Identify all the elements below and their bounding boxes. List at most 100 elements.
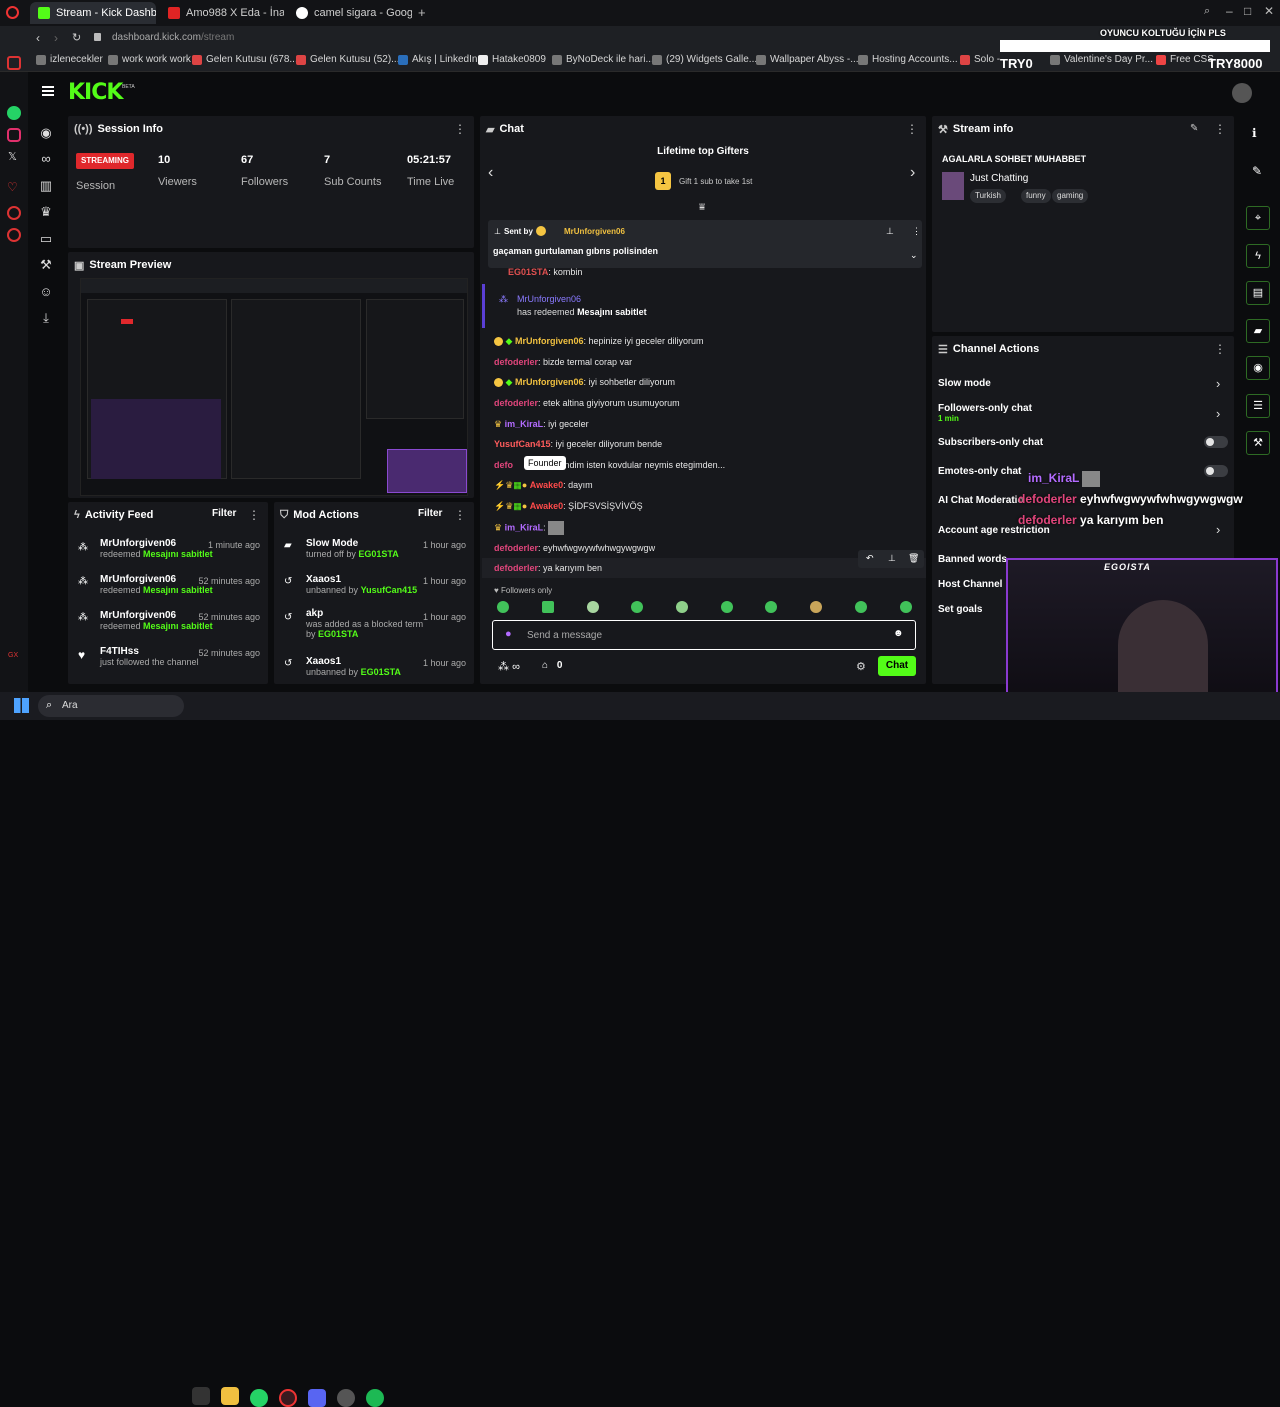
pinned-user[interactable]: MrUnforgiven06	[564, 227, 625, 236]
mod-by[interactable]: YusufCan415	[361, 585, 418, 595]
tab-google[interactable]: camel sigara - Google'da	[288, 2, 412, 24]
tag-chip[interactable]: gaming	[1052, 189, 1089, 203]
info-icon[interactable]: ℹ	[1252, 126, 1257, 140]
windows-start-icon[interactable]	[14, 698, 29, 713]
emote-button[interactable]	[676, 601, 688, 613]
chat-username[interactable]: defoderler	[494, 563, 538, 573]
more-options-icon[interactable]: ⋮	[248, 508, 260, 522]
chat-username[interactable]: defo	[494, 460, 513, 470]
bookmark-item[interactable]: (29) Widgets Galle...	[652, 54, 757, 65]
bookmark-item[interactable]: Hatake0809	[478, 54, 546, 65]
tool-button-5[interactable]: ◉	[1246, 356, 1270, 380]
emote-button[interactable]	[721, 601, 733, 613]
emote-button[interactable]	[587, 601, 599, 613]
emote-button[interactable]	[631, 601, 643, 613]
chat-username[interactable]: MrUnforgiven06	[515, 336, 584, 346]
forward-icon[interactable]: ›	[54, 31, 58, 45]
send-chat-button[interactable]: Chat	[878, 656, 916, 676]
action-followers-only[interactable]: Followers-only chat	[938, 403, 1032, 414]
spotify-icon[interactable]	[366, 1389, 384, 1407]
bookmark-item[interactable]: ByNoDeck ile hari...	[552, 54, 654, 65]
mod-by[interactable]: EG01STA	[361, 667, 401, 677]
emoji-picker-icon[interactable]: ☻	[893, 628, 904, 639]
back-icon[interactable]: ‹	[36, 31, 40, 45]
more-options-icon[interactable]: ⋮	[1214, 122, 1226, 136]
hamburger-menu-icon[interactable]	[42, 86, 54, 96]
chat-settings-icon[interactable]: ⚙	[856, 660, 866, 673]
analytics-nav-icon[interactable]: ▥	[39, 179, 53, 193]
messenger-icon[interactable]	[7, 56, 21, 70]
maximize-button[interactable]: □	[1244, 4, 1251, 18]
action-emotes-only[interactable]: Emotes-only chat	[938, 466, 1021, 477]
reload-icon[interactable]: ↻	[72, 31, 81, 44]
more-options-icon[interactable]: ⋮	[454, 508, 466, 522]
video-nav-icon[interactable]: ▭	[39, 232, 53, 246]
tag-chip[interactable]: funny	[1021, 189, 1051, 203]
action-banned-words[interactable]: Banned words	[938, 554, 1007, 565]
taskbar-search[interactable]: ⌕ Ara	[38, 695, 184, 717]
mod-by[interactable]: EG01STA	[318, 629, 358, 639]
link-nav-icon[interactable]: ∞	[39, 152, 53, 166]
category-name[interactable]: Just Chatting	[970, 173, 1028, 184]
action-subscribers-only[interactable]: Subscribers-only chat	[938, 437, 1043, 448]
close-window-button[interactable]: ✕	[1264, 4, 1274, 18]
edit-icon[interactable]: ✎	[1190, 123, 1198, 134]
tag-chip[interactable]: Turkish	[970, 189, 1006, 203]
mod-by[interactable]: EG01STA	[358, 549, 398, 559]
bookmark-item[interactable]: Solo -	[960, 54, 1000, 65]
heart-icon[interactable]: ♡	[7, 180, 18, 194]
instagram-icon[interactable]	[7, 128, 21, 142]
discord-icon[interactable]	[308, 1389, 326, 1407]
opera-gx-icon[interactable]	[279, 1389, 297, 1407]
trophy-nav-icon[interactable]: ♛	[39, 205, 53, 219]
chat-username[interactable]: im_KiraL	[505, 419, 544, 429]
chevron-right-icon[interactable]: ›	[1216, 522, 1220, 537]
bookmark-item[interactable]: work work work	[108, 54, 191, 65]
users-nav-icon[interactable]: ☺	[39, 285, 53, 299]
wrench-nav-icon[interactable]: ⚒	[39, 258, 53, 272]
chevron-down-icon[interactable]: ⌄	[910, 250, 918, 261]
reply-icon[interactable]: ↶	[866, 553, 874, 564]
tool-button-3[interactable]: ▤	[1246, 281, 1270, 305]
avatar[interactable]	[1232, 83, 1252, 103]
pin-icon[interactable]: ⊥	[888, 553, 896, 564]
mic-icon[interactable]: ●	[505, 628, 512, 640]
chat-username[interactable]: defoderler	[494, 398, 538, 408]
bookmark-item[interactable]: Akış | LinkedIn	[398, 54, 477, 65]
tool-button-6[interactable]: ☰	[1246, 394, 1270, 418]
more-options-icon[interactable]: ⋮	[906, 122, 918, 136]
minimize-button[interactable]: –	[1226, 4, 1233, 18]
chat-input-box[interactable]: ● Send a message ☻	[492, 620, 916, 650]
tab-youtube[interactable]: Amo988 X Eda - İnanırım	[160, 2, 284, 24]
more-options-icon[interactable]: ⋮	[454, 122, 466, 136]
emote-button[interactable]	[765, 601, 777, 613]
emote-button[interactable]	[542, 601, 554, 613]
stream-preview-video[interactable]	[80, 278, 468, 496]
clock-icon[interactable]	[7, 206, 21, 220]
action-host-channel[interactable]: Host Channel	[938, 579, 1002, 590]
whatsapp-icon[interactable]	[7, 106, 21, 120]
filter-button[interactable]: Filter	[418, 508, 442, 519]
kick-logo[interactable]: KICK	[68, 80, 123, 105]
bookmark-item[interactable]: Gelen Kutusu (52)...	[296, 54, 400, 65]
app-icon[interactable]	[192, 1387, 210, 1405]
file-explorer-icon[interactable]	[221, 1387, 239, 1405]
chat-username[interactable]: defoderler	[494, 357, 538, 367]
more-options-icon[interactable]: ⋮	[912, 226, 921, 237]
chat-username[interactable]: Awake0	[530, 480, 563, 490]
tool-button-2[interactable]: ϟ	[1246, 244, 1270, 268]
bookmark-item[interactable]: Hosting Accounts...	[858, 54, 958, 65]
emote-button[interactable]	[497, 601, 509, 613]
bookmark-item[interactable]: Gelen Kutusu (678...	[192, 54, 298, 65]
chat-username[interactable]: EG01STA	[508, 267, 548, 277]
action-slow-mode[interactable]: Slow mode	[938, 378, 991, 389]
download-nav-icon[interactable]: ⤓	[39, 311, 53, 325]
chevron-right-icon[interactable]: ›	[1216, 406, 1220, 421]
more-options-icon[interactable]: ⋮	[1214, 342, 1226, 356]
url-field[interactable]: dashboard.kick.com/stream	[112, 32, 234, 43]
stream-nav-icon[interactable]: ◉	[39, 126, 53, 140]
tool-button-1[interactable]: ⌖	[1246, 206, 1270, 230]
emote-button[interactable]	[900, 601, 912, 613]
opera-logo-icon[interactable]	[6, 6, 19, 19]
settings-icon[interactable]	[7, 228, 21, 242]
